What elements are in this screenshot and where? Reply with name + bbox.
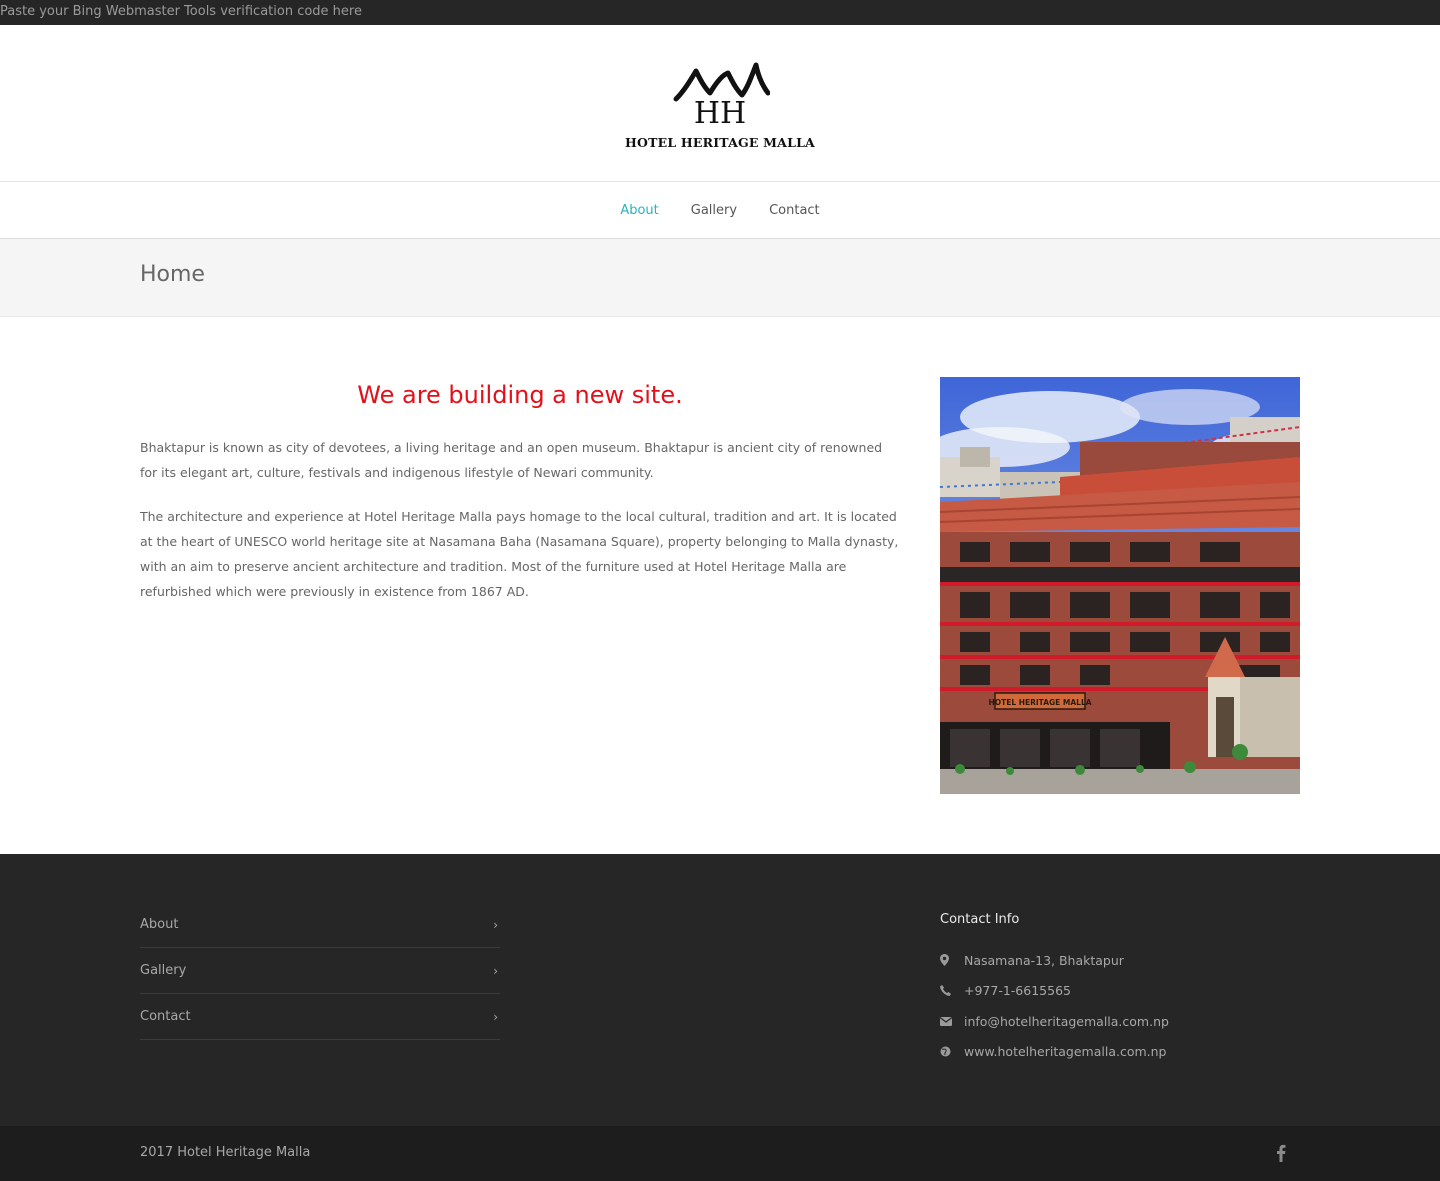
- nav-item-about[interactable]: About: [620, 203, 658, 218]
- envelope-icon: [940, 1016, 964, 1026]
- footer-link-gallery[interactable]: Gallery ›: [140, 948, 500, 994]
- chevron-right-icon: ›: [493, 1009, 498, 1024]
- phone-icon: [940, 985, 964, 997]
- contact-website[interactable]: www.hotelheritagemalla.com.np: [940, 1037, 1300, 1068]
- site-footer: About › Gallery › Contact › Contact Info…: [0, 854, 1440, 1126]
- hotel-building-image: HOTEL HERITAGE MALLA: [940, 377, 1300, 794]
- hotel-photo: HOTEL HERITAGE MALLA: [940, 377, 1300, 794]
- footer-links: About › Gallery › Contact ›: [140, 902, 500, 1040]
- main-content: We are building a new site. Bhaktapur is…: [0, 317, 1440, 854]
- site-logo[interactable]: HH HOTEL HERITAGE MALLA: [620, 55, 820, 155]
- globe-icon: [940, 1046, 964, 1057]
- contact-phone: +977-1-6615565: [940, 976, 1300, 1007]
- chevron-right-icon: ›: [493, 917, 498, 932]
- page-title: Home: [140, 262, 205, 287]
- photo-sign-text: HOTEL HERITAGE MALLA: [988, 698, 1091, 707]
- page-title-bar: Home: [0, 239, 1440, 317]
- contact-address: Nasamana-13, Bhaktapur: [940, 945, 1300, 976]
- contact-email[interactable]: info@hotelheritagemalla.com.np: [940, 1006, 1300, 1037]
- intro-paragraph: Bhaktapur is known as city of devotees, …: [140, 440, 883, 480]
- intro-column: We are building a new site. Bhaktapur is…: [140, 381, 900, 623]
- site-header: HH HOTEL HERITAGE MALLA: [0, 25, 1440, 182]
- facebook-icon[interactable]: [1276, 1144, 1286, 1166]
- top-bar: Paste your Bing Webmaster Tools verifica…: [0, 0, 1440, 25]
- footer-link-label: Contact: [140, 1009, 191, 1024]
- contact-info-title: Contact Info: [940, 912, 1020, 927]
- footer-link-label: About: [140, 917, 179, 932]
- contact-info: Contact Info Nasamana-13, Bhaktapur +977…: [940, 912, 1300, 1067]
- building-heading: We are building a new site.: [357, 381, 683, 409]
- bottom-bar: 2017 Hotel Heritage Malla: [0, 1126, 1440, 1181]
- copyright-text: 2017 Hotel Heritage Malla: [140, 1145, 311, 1160]
- logo-monogram: HH: [694, 96, 746, 131]
- footer-link-contact[interactable]: Contact ›: [140, 994, 500, 1040]
- footer-link-about[interactable]: About ›: [140, 902, 500, 948]
- nav-item-contact[interactable]: Contact: [769, 203, 820, 218]
- architecture-paragraph: The architecture and experience at Hotel…: [140, 509, 899, 599]
- map-pin-icon: [940, 954, 964, 967]
- logo-text: HOTEL HERITAGE MALLA: [625, 134, 815, 150]
- footer-link-label: Gallery: [140, 963, 187, 978]
- main-nav: About Gallery Contact: [0, 182, 1440, 239]
- verification-text: Paste your Bing Webmaster Tools verifica…: [0, 4, 362, 19]
- logo-mark-icon: HH: [673, 62, 770, 131]
- nav-item-gallery[interactable]: Gallery: [691, 203, 737, 218]
- chevron-right-icon: ›: [493, 963, 498, 978]
